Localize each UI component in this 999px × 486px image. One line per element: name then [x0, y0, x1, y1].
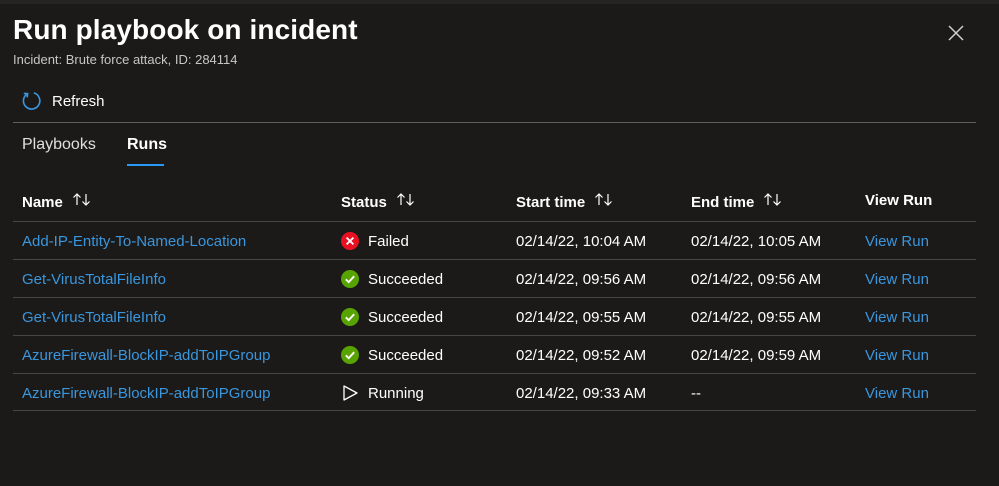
column-header-start-time[interactable]: Start time — [516, 192, 614, 212]
start-time: 02/14/22, 09:52 AM — [516, 347, 647, 364]
sort-arrows-icon[interactable] — [763, 192, 783, 212]
column-header-label: Start time — [516, 193, 586, 211]
sort-arrows-icon[interactable] — [72, 192, 92, 212]
column-header-label: Name — [22, 193, 63, 211]
view-run-link[interactable]: View Run — [865, 233, 929, 250]
end-time: -- — [691, 385, 701, 402]
start-time: 02/14/22, 09:56 AM — [516, 271, 647, 288]
row-divider — [13, 297, 976, 298]
status-text: Succeeded — [368, 346, 444, 364]
row-divider — [13, 221, 976, 222]
column-header-view-run: View Run — [865, 192, 932, 209]
status-text: Running — [368, 384, 424, 402]
column-header-label: Status — [341, 193, 387, 211]
tab-runs[interactable]: Runs — [127, 136, 167, 154]
start-time: 02/14/22, 09:33 AM — [516, 385, 647, 402]
top-strip — [0, 0, 999, 4]
sort-arrows-icon[interactable] — [396, 192, 416, 212]
view-run-link[interactable]: View Run — [865, 271, 929, 288]
row-divider — [13, 259, 976, 260]
refresh-button[interactable]: Refresh — [21, 90, 105, 112]
view-run-link[interactable]: View Run — [865, 347, 929, 364]
success-check-icon — [341, 270, 359, 288]
start-time: 02/14/22, 10:04 AM — [516, 233, 647, 250]
status-text: Succeeded — [368, 270, 444, 288]
error-circle-icon — [341, 232, 359, 250]
end-time: 02/14/22, 10:05 AM — [691, 233, 822, 250]
play-outline-icon — [343, 385, 358, 401]
tab-runs-selected-indicator — [127, 164, 164, 166]
panel-subtitle: Incident: Brute force attack, ID: 284114 — [13, 52, 238, 67]
close-button[interactable] — [942, 19, 970, 47]
row-divider — [13, 373, 976, 374]
playbook-name-link[interactable]: Add-IP-Entity-To-Named-Location — [22, 233, 246, 250]
status-text: Failed — [368, 232, 409, 250]
status-cell: Succeeded — [341, 308, 443, 326]
status-cell: Running — [341, 384, 424, 402]
panel-title: Run playbook on incident — [13, 14, 358, 45]
column-header-label: End time — [691, 193, 755, 211]
end-time: 02/14/22, 09:56 AM — [691, 271, 822, 288]
end-time: 02/14/22, 09:59 AM — [691, 347, 822, 364]
refresh-label: Refresh — [52, 92, 105, 110]
playbook-name-link[interactable]: AzureFirewall-BlockIP-addToIPGroup — [22, 385, 270, 402]
view-run-link[interactable]: View Run — [865, 309, 929, 326]
column-header-end-time[interactable]: End time — [691, 192, 783, 212]
status-cell: Succeeded — [341, 346, 443, 364]
column-header-label: View Run — [865, 192, 933, 209]
success-check-icon — [341, 308, 359, 326]
playbook-name-link[interactable]: Get-VirusTotalFileInfo — [22, 309, 166, 326]
end-time: 02/14/22, 09:55 AM — [691, 309, 822, 326]
sort-arrows-icon[interactable] — [594, 192, 614, 212]
tab-playbooks[interactable]: Playbooks — [22, 136, 96, 154]
start-time: 02/14/22, 09:55 AM — [516, 309, 647, 326]
status-cell: Failed — [341, 232, 409, 250]
row-divider — [13, 410, 976, 411]
row-divider — [13, 335, 976, 336]
toolbar-divider — [13, 122, 976, 123]
column-header-status[interactable]: Status — [341, 192, 416, 212]
column-header-name[interactable]: Name — [22, 192, 92, 212]
status-text: Succeeded — [368, 308, 444, 326]
close-icon — [948, 25, 964, 41]
view-run-link[interactable]: View Run — [865, 385, 929, 402]
status-cell: Succeeded — [341, 270, 443, 288]
playbook-name-link[interactable]: Get-VirusTotalFileInfo — [22, 271, 166, 288]
refresh-icon — [22, 92, 41, 110]
success-check-icon — [341, 346, 359, 364]
playbook-name-link[interactable]: AzureFirewall-BlockIP-addToIPGroup — [22, 347, 270, 364]
